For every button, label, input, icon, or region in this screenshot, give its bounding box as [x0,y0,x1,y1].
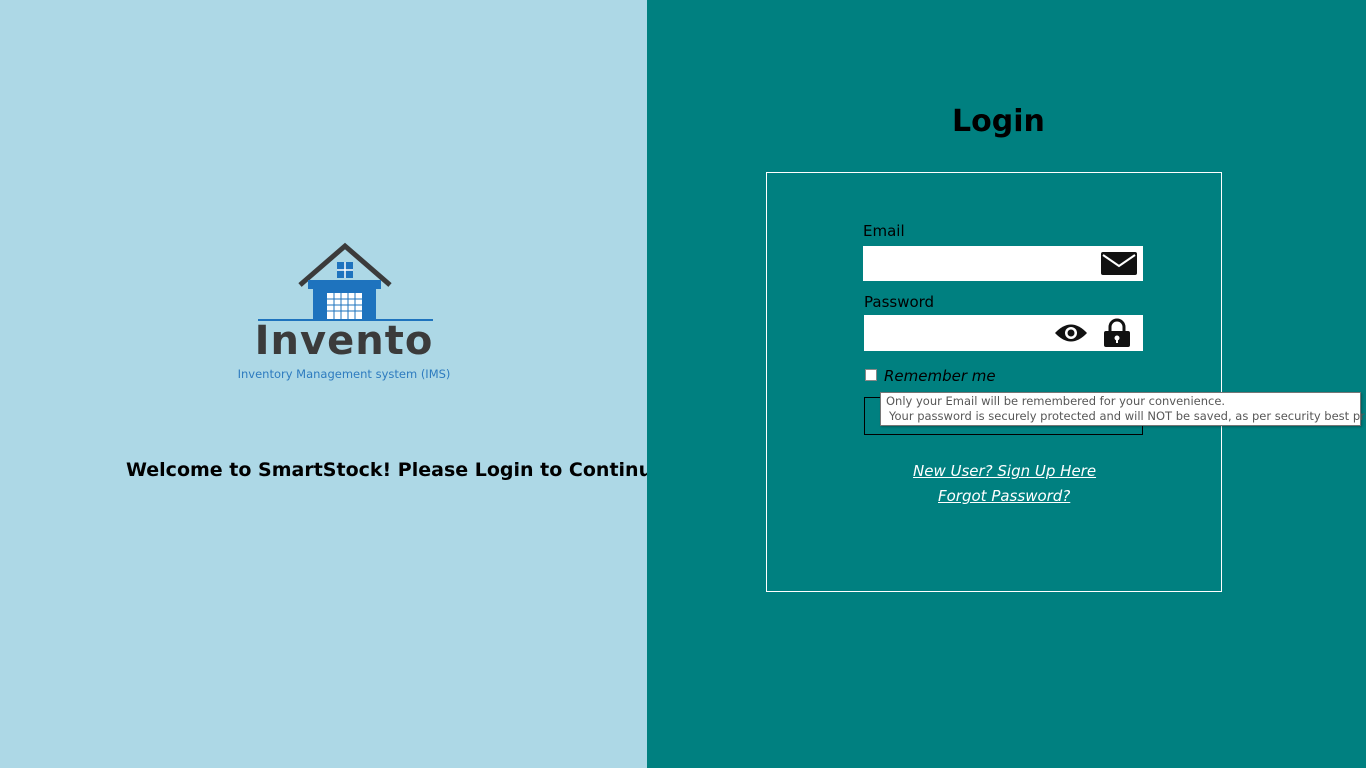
tooltip-line-1: Only your Email will be remembered for y… [886,394,1226,408]
remember-me-label[interactable]: Remember me [884,367,996,385]
house-logo-icon [258,242,433,321]
welcome-text: Welcome to SmartStock! Please Login to C… [126,459,673,481]
remember-me-tooltip: Only your Email will be remembered for y… [880,392,1366,426]
login-title: Login [952,104,1045,139]
left-panel: Invento Inventory Management system (IMS… [0,0,673,768]
signup-link[interactable]: New User? Sign Up Here [913,462,1096,480]
logo-wordmark: Invento [254,318,434,364]
logo-subtitle: Inventory Management system (IMS) [237,367,451,381]
remember-me-checkbox[interactable] [865,369,877,381]
envelope-icon [1101,252,1137,275]
email-label: Email [863,222,905,240]
lock-icon [1104,318,1130,347]
forgot-password-link[interactable]: Forgot Password? [938,487,1070,505]
password-label: Password [864,293,935,311]
tooltip-line-2: Your password is securely protected and … [889,409,1366,423]
eye-icon[interactable] [1054,320,1088,346]
invento-logo: Invento Inventory Management system (IMS… [228,240,464,385]
